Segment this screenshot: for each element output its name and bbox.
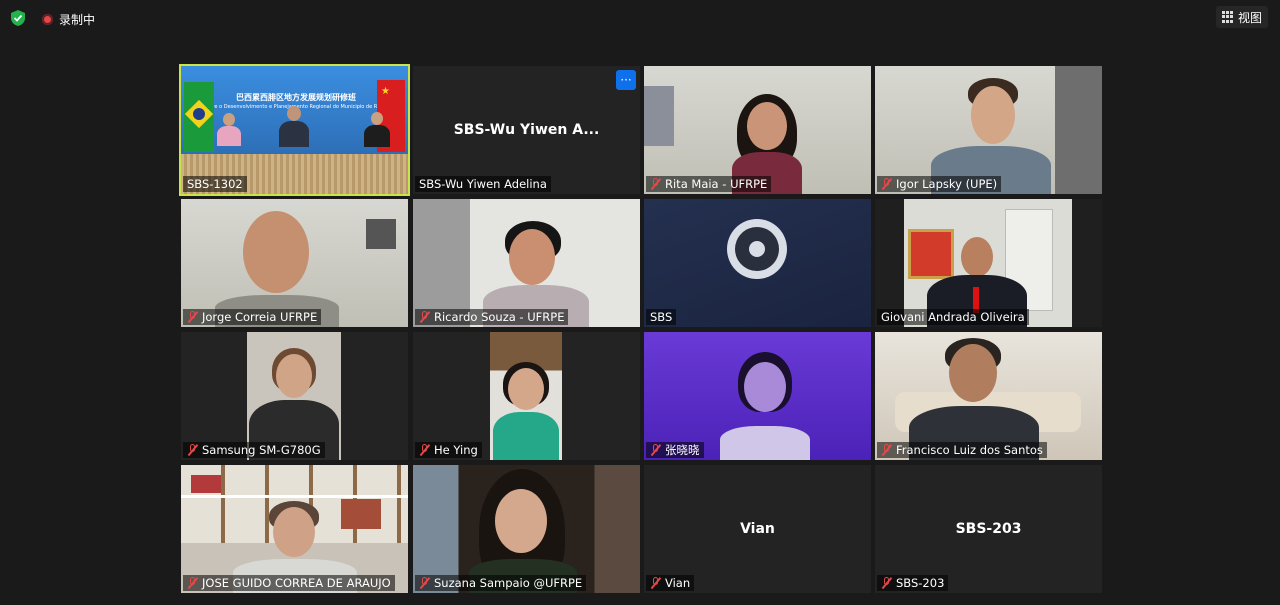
participant-name-tag: Giovani Andrada Oliveira	[877, 309, 1029, 325]
participant-name-tag: Vian	[646, 575, 695, 591]
participant-name-tag: SBS-1302	[183, 176, 247, 192]
more-options-icon: ···	[620, 73, 632, 87]
participant-name: Jorge Correia UFRPE	[202, 310, 318, 324]
mic-muted-icon	[881, 444, 893, 456]
participant-name-tag: SBS-203	[877, 575, 949, 591]
participant-display-name: SBS-203	[955, 521, 1022, 537]
participant-tile[interactable]: Rita Maia - UFRPE	[644, 66, 871, 194]
participant-name-tag: Suzana Sampaio @UFRPE	[415, 575, 587, 591]
participant-name: Francisco Luiz dos Santos	[896, 443, 1043, 457]
participant-name-tag: SBS	[646, 309, 677, 325]
mic-muted-icon	[881, 178, 893, 190]
participant-name-tag: Jorge Correia UFRPE	[183, 309, 322, 325]
meeting-top-bar: 录制中 视图	[0, 0, 1280, 36]
participant-name-tag: JOSE GUIDO CORREA DE ARAUJO	[183, 575, 395, 591]
participant-name-tag: Samsung SM-G780G	[183, 442, 325, 458]
grid-view-icon	[1221, 11, 1234, 23]
participant-name-tag: Igor Lapsky (UPE)	[877, 176, 1002, 192]
banner-title: 巴西累西腓区地方发展规划研修班	[236, 93, 356, 102]
mic-muted-icon	[419, 311, 431, 323]
participant-name: SBS	[650, 310, 673, 324]
participant-tile[interactable]: SBS	[644, 199, 871, 327]
participant-display-name: Vian	[740, 521, 775, 537]
participant-name-tag: 张晓晓	[646, 442, 704, 458]
participant-name: Ricardo Souza - UFRPE	[434, 310, 565, 324]
participant-tile[interactable]: Suzana Sampaio @UFRPE	[413, 465, 640, 593]
mic-muted-icon	[650, 444, 662, 456]
more-options-button[interactable]: ···	[616, 70, 636, 90]
participant-display-name: SBS-Wu Yiwen A...	[453, 122, 600, 138]
participant-tile[interactable]: He Ying	[413, 332, 640, 460]
participant-name: JOSE GUIDO CORREA DE ARAUJO	[202, 576, 391, 590]
mic-muted-icon	[419, 577, 431, 589]
participant-tile[interactable]: Francisco Luiz dos Santos	[875, 332, 1102, 460]
view-label: 视图	[1237, 10, 1262, 25]
participant-name-tag: Rita Maia - UFRPE	[646, 176, 772, 192]
participant-name-tag: Ricardo Souza - UFRPE	[415, 309, 569, 325]
camera-logo	[727, 219, 787, 279]
participant-name: He Ying	[434, 443, 478, 457]
mic-muted-icon	[187, 577, 199, 589]
participant-tile[interactable]: SBS-203 SBS-203	[875, 465, 1102, 593]
participant-name: Samsung SM-G780G	[202, 443, 321, 457]
participant-tile[interactable]: Jorge Correia UFRPE	[181, 199, 408, 327]
participant-name: Suzana Sampaio @UFRPE	[434, 576, 583, 590]
participant-name: Vian	[665, 576, 691, 590]
participant-name: Giovani Andrada Oliveira	[881, 310, 1025, 324]
participant-name: Igor Lapsky (UPE)	[896, 177, 998, 191]
participant-tile[interactable]: Ricardo Souza - UFRPE	[413, 199, 640, 327]
brazil-flag	[184, 82, 214, 152]
recording-indicator[interactable]: 录制中	[42, 11, 95, 28]
participant-name: SBS-1302	[187, 177, 243, 191]
mic-muted-icon	[650, 178, 662, 190]
mic-muted-icon	[881, 577, 893, 589]
participant-name: SBS-203	[896, 576, 945, 590]
participant-tile[interactable]: Igor Lapsky (UPE)	[875, 66, 1102, 194]
shield-check-icon[interactable]	[9, 9, 27, 27]
participant-tile[interactable]: Samsung SM-G780G	[181, 332, 408, 460]
recording-label: 录制中	[59, 13, 96, 27]
participant-tile[interactable]: Vian Vian	[644, 465, 871, 593]
participant-name: Rita Maia - UFRPE	[665, 177, 768, 191]
participant-name-tag: SBS-Wu Yiwen Adelina	[415, 176, 551, 192]
mic-muted-icon	[650, 577, 662, 589]
video-gallery: 巴西累西腓区地方发展规划研修班 o sobre o Desenvolviment…	[179, 64, 1102, 593]
participant-name: 张晓晓	[665, 443, 700, 457]
participant-tile[interactable]: ··· SBS-Wu Yiwen A... SBS-Wu Yiwen Adeli…	[413, 66, 640, 194]
participant-tile[interactable]: 巴西累西腓区地方发展规划研修班 o sobre o Desenvolviment…	[179, 64, 410, 196]
participant-name-tag: Francisco Luiz dos Santos	[877, 442, 1047, 458]
record-dot-icon	[42, 14, 53, 25]
participant-tile[interactable]: JOSE GUIDO CORREA DE ARAUJO	[181, 465, 408, 593]
view-button[interactable]: 视图	[1215, 6, 1268, 28]
participant-tile[interactable]: Giovani Andrada Oliveira	[875, 199, 1102, 327]
participant-tile[interactable]: 张晓晓	[644, 332, 871, 460]
mic-muted-icon	[419, 444, 431, 456]
participant-name-tag: He Ying	[415, 442, 482, 458]
mic-muted-icon	[187, 444, 199, 456]
mic-muted-icon	[187, 311, 199, 323]
participant-name: SBS-Wu Yiwen Adelina	[419, 177, 547, 191]
